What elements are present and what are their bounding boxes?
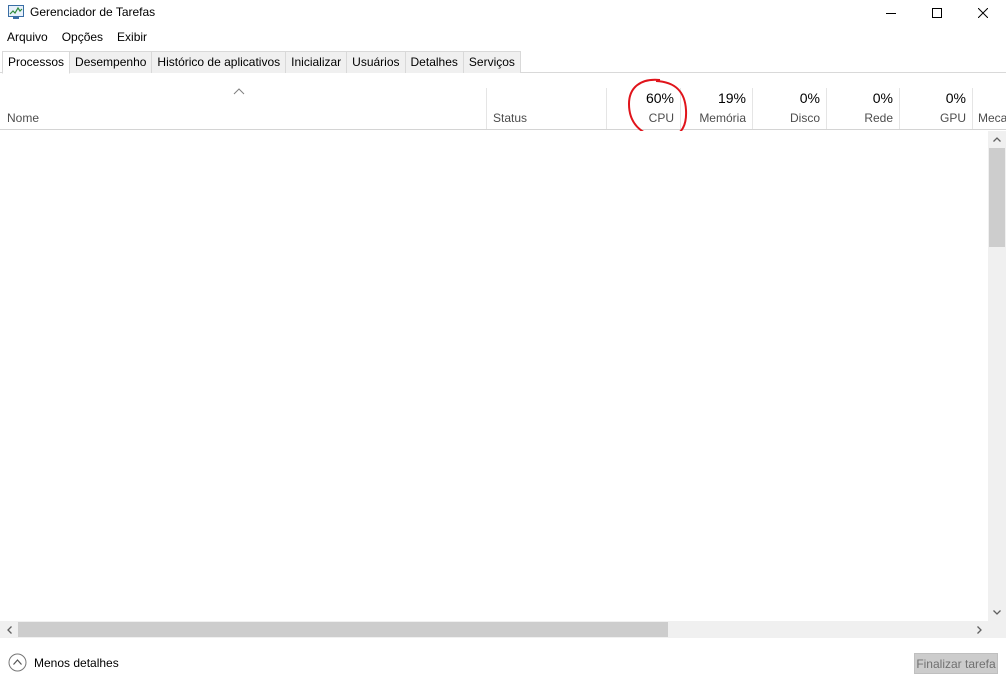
tab-servicos[interactable]: Serviços: [462, 51, 521, 73]
column-gpu[interactable]: 0% GPU: [900, 88, 972, 129]
footer: Menos detalhes Finalizar tarefa: [0, 638, 1006, 688]
close-icon: [978, 8, 988, 18]
memory-percent: 19%: [717, 90, 746, 106]
column-gpu-engine-label: Meca: [978, 111, 1006, 125]
column-gpu-label: GPU: [939, 111, 966, 125]
chevron-up-circle-icon: [8, 653, 27, 672]
scroll-right-button[interactable]: [970, 621, 988, 638]
tab-bar: Processos Desempenho Histórico de aplica…: [0, 50, 1006, 74]
column-network-label: Rede: [864, 111, 893, 125]
title-bar: Gerenciador de Tarefas: [0, 0, 1006, 26]
disk-percent: 0%: [799, 90, 820, 106]
tab-inicializar[interactable]: Inicializar: [285, 51, 348, 73]
column-status[interactable]: Status: [487, 88, 606, 129]
column-header: Nome Status 60% CPU 19% Memória 0% Disco…: [0, 74, 1006, 130]
minimize-button[interactable]: [868, 0, 914, 26]
chevron-left-icon: [6, 625, 12, 634]
maximize-icon: [932, 8, 942, 18]
gpu-percent: 0%: [945, 90, 966, 106]
tab-historico-aplicativos[interactable]: Histórico de aplicativos: [151, 51, 287, 73]
vertical-scroll-thumb[interactable]: [989, 148, 1005, 247]
window-title: Gerenciador de Tarefas: [30, 5, 156, 19]
column-gpu-engine[interactable]: Meca: [973, 88, 1006, 129]
column-network[interactable]: 0% Rede: [827, 88, 899, 129]
chevron-up-icon: [993, 137, 1001, 142]
minimize-icon: [886, 13, 896, 14]
tab-usuarios[interactable]: Usuários: [346, 51, 406, 73]
column-memory[interactable]: 19% Memória: [681, 88, 752, 129]
chevron-right-icon: [976, 625, 982, 634]
column-disk[interactable]: 0% Disco: [753, 88, 826, 129]
chevron-down-icon: [993, 610, 1001, 615]
close-button[interactable]: [960, 0, 1006, 26]
end-task-button[interactable]: Finalizar tarefa: [914, 653, 998, 674]
task-manager-icon: [8, 5, 24, 19]
menu-opcoes[interactable]: Opções: [55, 28, 110, 48]
tab-processos[interactable]: Processos: [2, 51, 71, 74]
menu-arquivo[interactable]: Arquivo: [0, 28, 55, 48]
column-name[interactable]: Nome: [0, 88, 486, 129]
scroll-down-button[interactable]: [988, 604, 1006, 621]
menu-bar: Arquivo Opções Exibir: [0, 28, 154, 48]
column-cpu[interactable]: 60% CPU: [607, 88, 680, 129]
vertical-scrollbar[interactable]: [988, 131, 1006, 621]
tab-desempenho[interactable]: Desempenho: [69, 51, 153, 73]
scroll-up-button[interactable]: [988, 131, 1006, 148]
maximize-button[interactable]: [914, 0, 960, 26]
scroll-left-button[interactable]: [0, 621, 18, 638]
process-list[interactable]: [0, 131, 988, 621]
column-memory-label: Memória: [699, 111, 746, 125]
column-name-label: Nome: [7, 111, 40, 125]
network-percent: 0%: [872, 90, 893, 106]
cpu-percent: 60%: [645, 90, 674, 106]
less-details-button[interactable]: Menos detalhes: [8, 653, 119, 672]
tab-detalhes[interactable]: Detalhes: [404, 51, 464, 73]
menu-exibir[interactable]: Exibir: [110, 28, 154, 48]
scrollbar-corner: [988, 621, 1006, 638]
column-cpu-label: CPU: [648, 111, 674, 125]
less-details-label: Menos detalhes: [34, 655, 119, 670]
column-status-label: Status: [493, 111, 528, 125]
column-disk-label: Disco: [789, 111, 820, 125]
horizontal-scroll-thumb[interactable]: [18, 622, 668, 637]
horizontal-scrollbar[interactable]: [0, 621, 988, 638]
